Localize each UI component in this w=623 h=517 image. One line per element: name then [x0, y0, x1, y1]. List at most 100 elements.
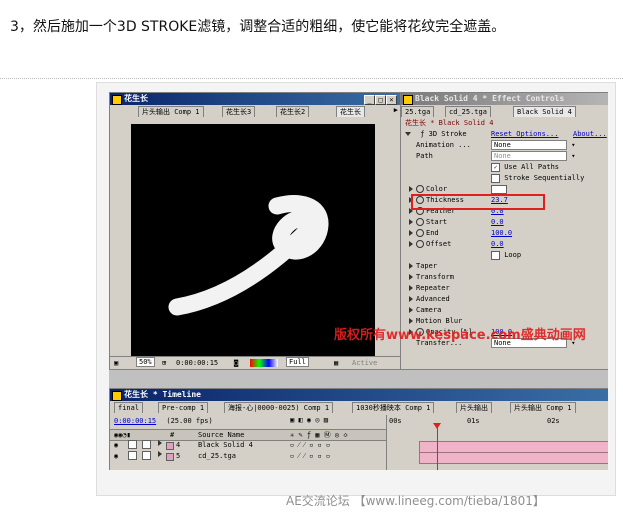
- current-time[interactable]: 0:00:00:15: [176, 357, 218, 369]
- color-swatch[interactable]: [491, 184, 507, 194]
- channel-icon[interactable]: [250, 359, 278, 367]
- label-color-icon[interactable]: [166, 453, 174, 461]
- tab-comp[interactable]: 花生长2: [276, 106, 310, 117]
- dropdown-arrow-icon[interactable]: ▾: [571, 141, 575, 149]
- comp-flowchart-icon[interactable]: ▣: [290, 416, 294, 424]
- column-number: #: [170, 431, 175, 439]
- effect-property-row[interactable]: Start 0.0: [409, 217, 605, 228]
- lock-switch[interactable]: [142, 451, 151, 460]
- tab-timeline[interactable]: final: [114, 402, 144, 413]
- tab-timeline[interactable]: 海报-心|0000-0025) Comp 1: [224, 402, 334, 413]
- stopwatch-icon[interactable]: [416, 229, 424, 237]
- expand-triangle-icon[interactable]: [409, 296, 413, 302]
- column-source-name: Source Name: [198, 431, 245, 439]
- timeline-layer-row[interactable]: ◉ 5 cd_25.tga ▫ ⁄ ⁄ ▫ ▫ ▫: [110, 451, 386, 462]
- stopwatch-icon[interactable]: [416, 218, 424, 226]
- eye-icon[interactable]: ◉: [114, 451, 118, 462]
- effect-property-row[interactable]: Loop: [409, 250, 605, 261]
- current-time-indicator[interactable]: [437, 425, 438, 470]
- effect-subheader: 花生长 * Black Solid 4: [405, 119, 494, 127]
- layer-name[interactable]: Black Solid 4: [198, 440, 253, 451]
- tab-timeline[interactable]: 片头输出 Comp 1: [510, 402, 576, 413]
- layer-bar-cd25[interactable]: [419, 452, 608, 464]
- layer-switch-boxes[interactable]: ▫ ⁄ ⁄ ▫ ▫ ▫: [290, 440, 330, 451]
- effect-property-row[interactable]: Advanced: [409, 294, 605, 305]
- property-dropdown[interactable]: None: [491, 140, 567, 150]
- reset-options-link[interactable]: Reset Options...: [491, 129, 558, 140]
- timeline-layer-row[interactable]: ◉ 4 Black Solid 4 ▫ ⁄ ⁄ ▫ ▫ ▫: [110, 440, 386, 451]
- active-camera[interactable]: Active: [352, 357, 377, 369]
- property-dropdown[interactable]: None: [491, 151, 567, 161]
- draft-3d-icon[interactable]: ◧: [298, 416, 302, 424]
- tab-timeline[interactable]: Pre-comp 1: [158, 402, 209, 413]
- property-value[interactable]: 100.0: [491, 229, 512, 237]
- tab-effect-layer[interactable]: 25.tga: [401, 106, 435, 117]
- solo-switch[interactable]: [128, 440, 137, 449]
- timeline-timecode[interactable]: 0:00:00:15: [114, 417, 156, 425]
- eye-icon[interactable]: ◉: [114, 440, 118, 451]
- time-ruler[interactable]: 00s 01s 02s: [387, 415, 608, 427]
- tab-comp[interactable]: 片头输出 Comp 1: [138, 106, 204, 117]
- maximize-button[interactable]: □: [375, 95, 386, 105]
- effect-property-row[interactable]: Transform: [409, 272, 605, 283]
- safe-zones-icon[interactable]: ⊞: [162, 357, 166, 369]
- effect-property-row[interactable]: Stroke Sequentially: [409, 173, 605, 184]
- effect-property-row[interactable]: Offset 0.0: [409, 239, 605, 250]
- stopwatch-icon[interactable]: [416, 240, 424, 248]
- minimize-button[interactable]: _: [364, 95, 375, 105]
- property-value[interactable]: 0.0: [491, 218, 504, 226]
- cut-off-text-line: [0, 510, 623, 517]
- lock-switch[interactable]: [142, 440, 151, 449]
- close-button[interactable]: ×: [386, 95, 397, 105]
- expand-triangle-icon[interactable]: [409, 263, 413, 269]
- effect-property-row[interactable]: Repeater: [409, 283, 605, 294]
- label-color-icon[interactable]: [166, 442, 174, 450]
- expand-triangle-icon[interactable]: [409, 307, 413, 313]
- effect-property-row[interactable]: Animation ... None ▾: [409, 140, 605, 151]
- time-indicator-head-icon[interactable]: [433, 423, 441, 429]
- property-label: Color: [426, 185, 448, 193]
- tab-timeline[interactable]: 片头输出: [456, 402, 492, 413]
- tab-effect-layer-active[interactable]: Black Solid 4: [513, 106, 576, 117]
- property-value[interactable]: 0.0: [491, 240, 504, 248]
- shy-icon[interactable]: ◉: [307, 416, 311, 424]
- effect-property-row[interactable]: Path None ▾: [409, 151, 605, 162]
- layer-expand-icon[interactable]: [158, 440, 162, 446]
- expand-triangle-icon[interactable]: [409, 241, 413, 247]
- effect-property-row[interactable]: Taper: [409, 261, 605, 272]
- expand-triangle-icon[interactable]: [409, 230, 413, 236]
- about-link[interactable]: About...: [573, 129, 607, 140]
- effect-property-row[interactable]: End 100.0: [409, 228, 605, 239]
- tab-scroll-arrow-icon[interactable]: ▶: [394, 106, 398, 114]
- expand-triangle-icon[interactable]: [405, 132, 411, 136]
- tab-effect-layer[interactable]: cd_25.tga: [445, 106, 491, 117]
- layer-switch-boxes[interactable]: ▫ ⁄ ⁄ ▫ ▫ ▫: [290, 451, 330, 462]
- expand-triangle-icon[interactable]: [409, 186, 413, 192]
- region-icon[interactable]: ▣: [114, 357, 118, 369]
- checkbox[interactable]: [491, 173, 500, 183]
- expand-triangle-icon[interactable]: [409, 285, 413, 291]
- stopwatch-icon[interactable]: [416, 185, 424, 193]
- zoom-dropdown[interactable]: 50%: [136, 357, 155, 367]
- checkbox[interactable]: [491, 250, 500, 260]
- checkbox[interactable]: ✓: [491, 162, 500, 172]
- dropdown-arrow-icon[interactable]: ▾: [571, 152, 575, 160]
- layer-name[interactable]: cd_25.tga: [198, 451, 236, 462]
- fx-icon[interactable]: ƒ: [420, 130, 424, 138]
- tab-timeline[interactable]: 1030秒播映本 Comp 1: [352, 402, 435, 413]
- graph-editor-icon[interactable]: ▨: [324, 416, 328, 424]
- snapshot-icon[interactable]: ◙: [234, 357, 238, 369]
- expand-triangle-icon[interactable]: [409, 219, 413, 225]
- roi-icon[interactable]: ▦: [334, 357, 338, 369]
- tab-comp-active[interactable]: 花生长: [336, 106, 365, 117]
- solo-switch[interactable]: [128, 451, 137, 460]
- expand-triangle-icon[interactable]: [409, 274, 413, 280]
- motion-blur-icon[interactable]: ◎: [315, 416, 319, 424]
- divider: [0, 78, 623, 79]
- effect-property-row[interactable]: ✓ Use All Paths: [409, 162, 605, 173]
- tab-comp[interactable]: 花生长3: [222, 106, 256, 117]
- timeline-window: 花生长 * Timeline final Pre-comp 1 海报-心|000…: [109, 388, 608, 470]
- resolution-dropdown[interactable]: Full: [286, 357, 309, 367]
- effect-property-row[interactable]: Camera: [409, 305, 605, 316]
- layer-expand-icon[interactable]: [158, 451, 162, 457]
